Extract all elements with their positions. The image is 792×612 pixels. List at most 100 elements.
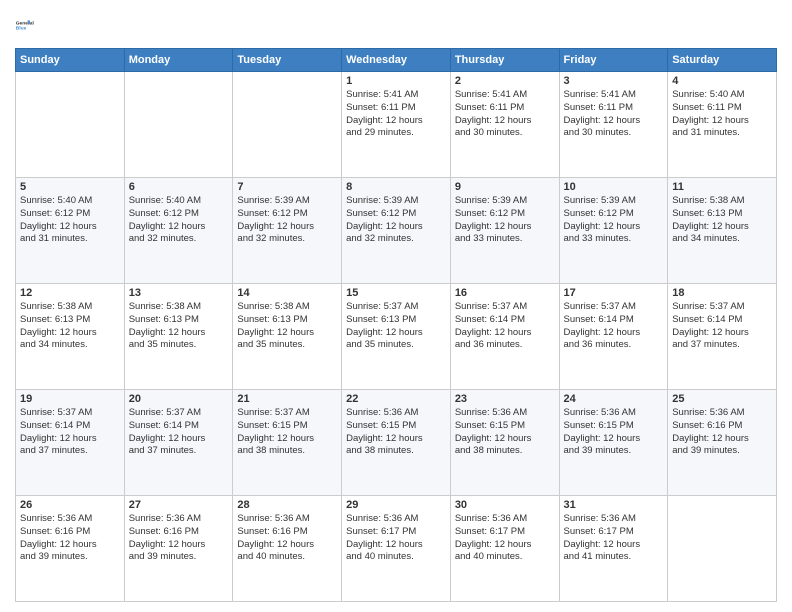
header-tuesday: Tuesday [233, 49, 342, 72]
day-info: Sunrise: 5:40 AM Sunset: 6:12 PM Dayligh… [20, 195, 120, 246]
calendar-cell: 18 Sunrise: 5:37 AM Sunset: 6:14 PM Dayli… [668, 284, 777, 390]
calendar-cell: 19 Sunrise: 5:37 AM Sunset: 6:14 PM Dayli… [16, 390, 125, 496]
day-number: 7 [237, 181, 337, 193]
day-number: 22 [346, 393, 446, 405]
header-friday: Friday [559, 49, 668, 72]
day-info: Sunrise: 5:41 AM Sunset: 6:11 PM Dayligh… [564, 89, 664, 140]
day-info: Sunrise: 5:36 AM Sunset: 6:15 PM Dayligh… [455, 407, 555, 458]
week-row-4: 19 Sunrise: 5:37 AM Sunset: 6:14 PM Dayli… [16, 390, 777, 496]
day-number: 2 [455, 75, 555, 87]
calendar-cell: 3 Sunrise: 5:41 AM Sunset: 6:11 PM Daylig… [559, 72, 668, 178]
calendar-cell: 13 Sunrise: 5:38 AM Sunset: 6:13 PM Dayli… [124, 284, 233, 390]
day-info: Sunrise: 5:41 AM Sunset: 6:11 PM Dayligh… [455, 89, 555, 140]
calendar-cell: 5 Sunrise: 5:40 AM Sunset: 6:12 PM Daylig… [16, 178, 125, 284]
day-info: Sunrise: 5:39 AM Sunset: 6:12 PM Dayligh… [346, 195, 446, 246]
calendar-cell: 15Sunrise: 5:37 AM Sunset: 6:13 PM Dayli… [342, 284, 451, 390]
header-wednesday: Wednesday [342, 49, 451, 72]
day-info: Sunrise: 5:40 AM Sunset: 6:12 PM Dayligh… [129, 195, 229, 246]
day-number: 13 [129, 287, 229, 299]
day-info: Sunrise: 5:36 AM Sunset: 6:15 PM Dayligh… [564, 407, 664, 458]
calendar-cell [124, 72, 233, 178]
day-info: Sunrise: 5:37 AM Sunset: 6:14 PM Dayligh… [20, 407, 120, 458]
week-row-1: 1 Sunrise: 5:41 AM Sunset: 6:11 PM Daylig… [16, 72, 777, 178]
day-info: Sunrise: 5:38 AM Sunset: 6:13 PM Dayligh… [672, 195, 772, 246]
day-info: Sunrise: 5:36 AM Sunset: 6:16 PM Dayligh… [237, 513, 337, 564]
day-number: 25 [672, 393, 772, 405]
day-number: 1 [346, 75, 446, 87]
calendar-cell: 20 Sunrise: 5:37 AM Sunset: 6:14 PM Dayli… [124, 390, 233, 496]
day-number: 9 [455, 181, 555, 193]
day-number: 18 [672, 287, 772, 299]
day-info: Sunrise: 5:36 AM Sunset: 6:17 PM Dayligh… [346, 513, 446, 564]
day-number: 30 [455, 499, 555, 511]
day-number: 17 [564, 287, 664, 299]
day-info: Sunrise: 5:39 AM Sunset: 6:12 PM Dayligh… [564, 195, 664, 246]
day-number: 6 [129, 181, 229, 193]
calendar-header-row: SundayMondayTuesdayWednesdayThursdayFrid… [16, 49, 777, 72]
calendar-cell [16, 72, 125, 178]
day-number: 19 [20, 393, 120, 405]
day-number: 28 [237, 499, 337, 511]
calendar-cell: 16 Sunrise: 5:37 AM Sunset: 6:14 PM Dayli… [450, 284, 559, 390]
day-info: Sunrise: 5:39 AM Sunset: 6:12 PM Dayligh… [455, 195, 555, 246]
calendar-table: SundayMondayTuesdayWednesdayThursdayFrid… [15, 48, 777, 602]
day-number: 15 [346, 287, 446, 299]
day-info: Sunrise: 5:39 AM Sunset: 6:12 PM Dayligh… [237, 195, 337, 246]
svg-text:General: General [16, 20, 34, 26]
day-number: 21 [237, 393, 337, 405]
calendar-cell: 26 Sunrise: 5:36 AM Sunset: 6:16 PM Dayli… [16, 496, 125, 602]
day-number: 3 [564, 75, 664, 87]
calendar-cell: 9 Sunrise: 5:39 AM Sunset: 6:12 PM Daylig… [450, 178, 559, 284]
day-number: 23 [455, 393, 555, 405]
day-info: Sunrise: 5:38 AM Sunset: 6:13 PM Dayligh… [129, 301, 229, 352]
day-info: Sunrise: 5:40 AM Sunset: 6:11 PM Dayligh… [672, 89, 772, 140]
day-info: Sunrise: 5:36 AM Sunset: 6:17 PM Dayligh… [564, 513, 664, 564]
week-row-2: 5 Sunrise: 5:40 AM Sunset: 6:12 PM Daylig… [16, 178, 777, 284]
calendar-cell: 23 Sunrise: 5:36 AM Sunset: 6:15 PM Dayli… [450, 390, 559, 496]
calendar-cell: 12Sunrise: 5:38 AM Sunset: 6:13 PM Dayli… [16, 284, 125, 390]
day-number: 11 [672, 181, 772, 193]
header-sunday: Sunday [16, 49, 125, 72]
day-info: Sunrise: 5:38 AM Sunset: 6:13 PM Dayligh… [237, 301, 337, 352]
logo: General Blue [15, 10, 45, 40]
day-number: 5 [20, 181, 120, 193]
calendar-cell: 10Sunrise: 5:39 AM Sunset: 6:12 PM Dayli… [559, 178, 668, 284]
day-info: Sunrise: 5:36 AM Sunset: 6:16 PM Dayligh… [20, 513, 120, 564]
calendar-cell: 31 Sunrise: 5:36 AM Sunset: 6:17 PM Dayli… [559, 496, 668, 602]
day-number: 29 [346, 499, 446, 511]
day-number: 31 [564, 499, 664, 511]
header-saturday: Saturday [668, 49, 777, 72]
calendar-cell: 4 Sunrise: 5:40 AM Sunset: 6:11 PM Daylig… [668, 72, 777, 178]
calendar-cell: 11 Sunrise: 5:38 AM Sunset: 6:13 PM Dayli… [668, 178, 777, 284]
day-info: Sunrise: 5:36 AM Sunset: 6:17 PM Dayligh… [455, 513, 555, 564]
day-info: Sunrise: 5:36 AM Sunset: 6:16 PM Dayligh… [672, 407, 772, 458]
calendar-cell: 25 Sunrise: 5:36 AM Sunset: 6:16 PM Dayli… [668, 390, 777, 496]
svg-text:Blue: Blue [16, 26, 27, 32]
day-number: 16 [455, 287, 555, 299]
page: General Blue SundayMondayTuesdayWednesda… [0, 0, 792, 612]
week-row-5: 26 Sunrise: 5:36 AM Sunset: 6:16 PM Dayli… [16, 496, 777, 602]
day-number: 26 [20, 499, 120, 511]
day-info: Sunrise: 5:37 AM Sunset: 6:14 PM Dayligh… [455, 301, 555, 352]
calendar-cell: 28 Sunrise: 5:36 AM Sunset: 6:16 PM Dayli… [233, 496, 342, 602]
day-info: Sunrise: 5:36 AM Sunset: 6:15 PM Dayligh… [346, 407, 446, 458]
header-thursday: Thursday [450, 49, 559, 72]
day-info: Sunrise: 5:37 AM Sunset: 6:14 PM Dayligh… [129, 407, 229, 458]
day-number: 14 [237, 287, 337, 299]
logo-icon: General Blue [15, 10, 45, 40]
day-info: Sunrise: 5:37 AM Sunset: 6:14 PM Dayligh… [564, 301, 664, 352]
day-info: Sunrise: 5:41 AM Sunset: 6:11 PM Dayligh… [346, 89, 446, 140]
day-number: 24 [564, 393, 664, 405]
day-number: 4 [672, 75, 772, 87]
calendar-cell: 22 Sunrise: 5:36 AM Sunset: 6:15 PM Dayli… [342, 390, 451, 496]
calendar-cell: 1 Sunrise: 5:41 AM Sunset: 6:11 PM Daylig… [342, 72, 451, 178]
header-monday: Monday [124, 49, 233, 72]
calendar-cell: 7 Sunrise: 5:39 AM Sunset: 6:12 PM Daylig… [233, 178, 342, 284]
calendar-cell: 27Sunrise: 5:36 AM Sunset: 6:16 PM Dayli… [124, 496, 233, 602]
day-number: 27 [129, 499, 229, 511]
day-info: Sunrise: 5:37 AM Sunset: 6:14 PM Dayligh… [672, 301, 772, 352]
calendar-cell: 21Sunrise: 5:37 AM Sunset: 6:15 PM Dayli… [233, 390, 342, 496]
header: General Blue [15, 10, 777, 40]
day-number: 20 [129, 393, 229, 405]
day-info: Sunrise: 5:38 AM Sunset: 6:13 PM Dayligh… [20, 301, 120, 352]
